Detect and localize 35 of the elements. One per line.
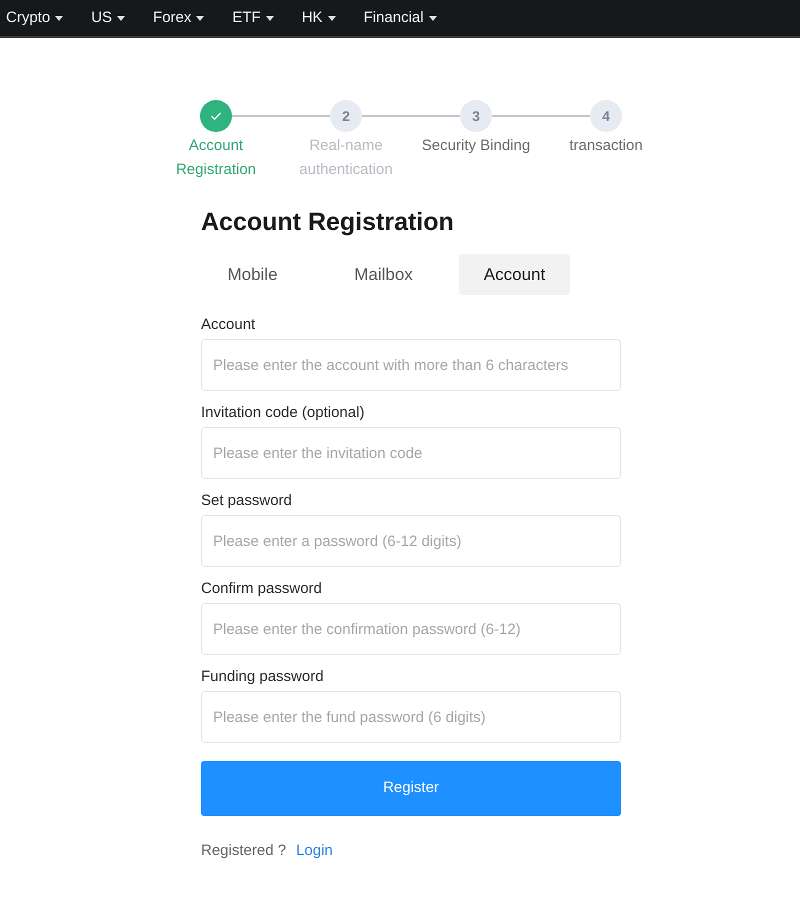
field-label: Set password [201, 491, 292, 511]
registered-prompt: Registered ? [201, 841, 286, 861]
field-label: Account [201, 315, 256, 335]
caret-down-icon [266, 16, 274, 20]
nav-menu-item[interactable]: HK [302, 3, 336, 33]
input-field[interactable]: Please enter the fund password (6 digits) [201, 691, 621, 743]
step-label: transaction [569, 136, 643, 156]
field-label: Funding password [201, 667, 324, 687]
tab[interactable]: Account [459, 254, 570, 295]
login-link[interactable]: Login [296, 840, 333, 862]
tab[interactable]: Mailbox [328, 254, 439, 295]
nav-menu-item[interactable]: Forex [153, 3, 204, 33]
step-number: 3 [460, 100, 492, 132]
caret-down-icon [55, 16, 64, 20]
input-field[interactable]: Please enter a password (6-12 digits) [201, 515, 621, 567]
step-label: Real-name authentication [298, 136, 394, 180]
step-label: Security Binding [422, 136, 530, 156]
field-label: Invitation code (optional) [201, 403, 364, 423]
input-field[interactable]: Please enter the invitation code [201, 427, 621, 479]
step-number: 2 [330, 100, 362, 132]
nav-menu-item[interactable]: Crypto [6, 3, 64, 33]
caret-down-icon [328, 16, 336, 20]
input-field[interactable]: Please enter the confirmation password (6-12) [201, 603, 621, 655]
page-title: Account Registration [201, 207, 454, 238]
step-label: Account Registration [174, 136, 258, 180]
nav-menu-item[interactable]: Financial [364, 3, 437, 33]
nav-menu-item[interactable]: US [91, 3, 126, 33]
caret-down-icon [428, 16, 437, 20]
step-number: 4 [590, 100, 622, 132]
field-label: Confirm password [201, 579, 322, 599]
caret-down-icon [196, 16, 204, 20]
nav-menu-item[interactable]: ETF [232, 3, 274, 33]
tab[interactable]: Mobile [197, 254, 308, 295]
input-field[interactable]: Please enter the account with more than 6 characters [201, 339, 621, 391]
caret-down-icon [117, 16, 126, 20]
